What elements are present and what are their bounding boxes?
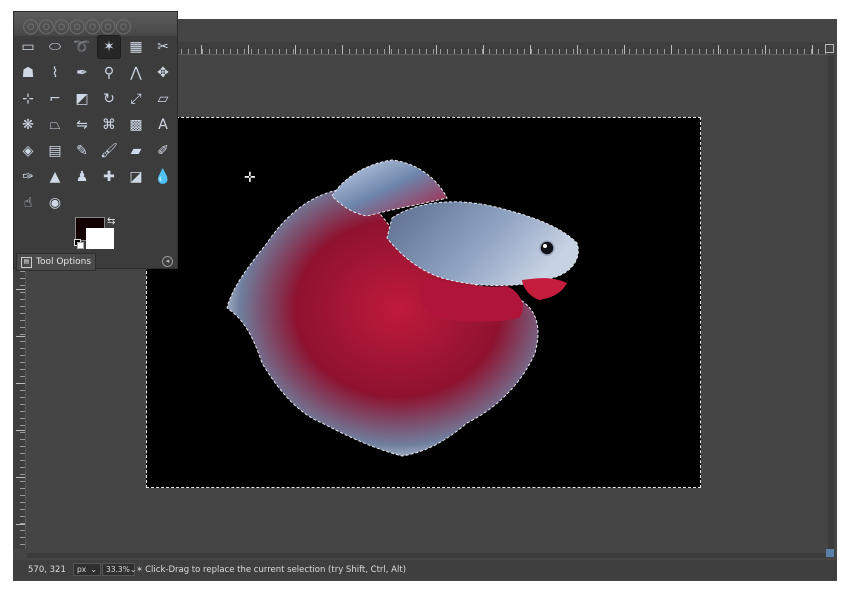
crop-icon[interactable]: ⌐ (44, 88, 66, 110)
fuzzy-select-icon: ✶ (136, 565, 144, 575)
rotate-icon[interactable]: ↻ (98, 88, 120, 110)
horizontal-scrollbar[interactable] (27, 553, 827, 558)
vertical-scrollbar[interactable] (828, 56, 834, 550)
text-icon[interactable]: A (152, 114, 174, 136)
move-icon[interactable]: ✥ (152, 62, 174, 84)
mypaint-brush-icon[interactable]: ▲ (44, 166, 66, 188)
foreground-select-icon[interactable]: ☗ (17, 62, 39, 84)
zoom-icon[interactable]: ⚲ (98, 62, 120, 84)
fish-eye-highlight (543, 244, 547, 248)
unit-select[interactable]: px ⌄ (73, 563, 101, 576)
blur-sharpen-icon[interactable]: 💧 (152, 166, 174, 188)
fish-eye (539, 240, 555, 256)
perspective-clone-icon[interactable]: ◪ (125, 166, 147, 188)
betta-fish-image (226, 159, 579, 457)
flip-icon[interactable]: ⇋ (71, 114, 93, 136)
perspective-icon[interactable]: ⏢ (44, 114, 66, 136)
wilber-drop-area-icon: ◎◎◎◎◎◎◎ (22, 13, 132, 37)
rect-select-icon[interactable]: ▭ (17, 36, 39, 58)
dodge-burn-icon[interactable]: ◉ (44, 192, 66, 214)
toolbox-header: ◎◎◎◎◎◎◎ (14, 12, 177, 37)
ink-icon[interactable]: ✑ (17, 166, 39, 188)
tab-tool-options-label: Tool Options (36, 257, 92, 267)
checkerboard-icon[interactable]: ▩ (125, 114, 147, 136)
fish-chin-fin (522, 278, 567, 300)
smudge-icon[interactable]: ☝ (17, 192, 39, 214)
zoom-value: 33.3% (106, 565, 130, 574)
airbrush-icon[interactable]: ✐ (152, 140, 174, 162)
clone-icon[interactable]: ♟ (71, 166, 93, 188)
toolbox-panel: ◎◎◎◎◎◎◎ ⇆ ▤ Tool Options ◂ ▭ ⬭ ➰ ✶ ▦ ✂ ☗ ⌇ ✒ ⚲ ⋀ ✥ ⊹… (13, 11, 178, 271)
unified-transform-icon[interactable]: ◩ (71, 88, 93, 110)
eraser-icon[interactable]: ▰ (125, 140, 147, 162)
statusbar: 570, 321 px ⌄ 33.3% ⌄ ✶ Click-Drag to rep… (13, 560, 837, 580)
background-color-swatch[interactable] (86, 228, 114, 249)
bucket-fill-icon[interactable]: ◈ (17, 140, 39, 162)
status-message-text: Click-Drag to replace the current select… (145, 565, 407, 575)
default-colors-icon[interactable] (74, 239, 84, 249)
pointer-coordinates: 570, 321 (28, 565, 66, 575)
crosshair-cursor-icon: ✛ (244, 170, 256, 186)
swap-colors-icon[interactable]: ⇆ (107, 216, 115, 227)
tool-options-icon: ▤ (21, 256, 32, 268)
ellipse-select-icon[interactable]: ⬭ (44, 36, 66, 58)
gradient-icon[interactable]: ▤ (44, 140, 66, 162)
zoom-image-button[interactable] (826, 549, 834, 557)
configure-tab-icon[interactable]: ◂ (162, 256, 173, 267)
select-by-color-icon[interactable]: ▦ (125, 36, 147, 58)
fuzzy-select-icon[interactable]: ✶ (97, 35, 121, 59)
measure-icon[interactable]: ⋀ (125, 62, 147, 84)
image-canvas[interactable] (146, 117, 701, 488)
navigate-corner-button[interactable] (825, 44, 834, 53)
status-message: ✶ Click-Drag to replace the current selec… (136, 565, 406, 575)
scale-icon[interactable]: ⤢ (125, 88, 147, 110)
shear-icon[interactable]: ▱ (152, 88, 174, 110)
free-select-icon[interactable]: ➰ (71, 36, 93, 58)
heal-icon[interactable]: ✚ (98, 166, 120, 188)
cage-transform-icon[interactable]: ⌘ (98, 114, 120, 136)
scissors-select-icon[interactable]: ✂ (152, 36, 174, 58)
paintbrush-icon[interactable]: 🖌 (98, 140, 120, 162)
tab-tool-options[interactable]: ▤ Tool Options (16, 253, 97, 271)
warp-transform-icon[interactable]: ❋ (17, 114, 39, 136)
align-icon[interactable]: ⊹ (17, 88, 39, 110)
paths-icon[interactable]: ⌇ (44, 62, 66, 84)
zoom-select[interactable]: 33.3% ⌄ (102, 563, 137, 576)
chevron-down-icon: ⌄ (90, 565, 97, 574)
unit-value: px (77, 565, 87, 574)
pencil-icon[interactable]: ✎ (71, 140, 93, 162)
color-picker-icon[interactable]: ✒ (71, 62, 93, 84)
